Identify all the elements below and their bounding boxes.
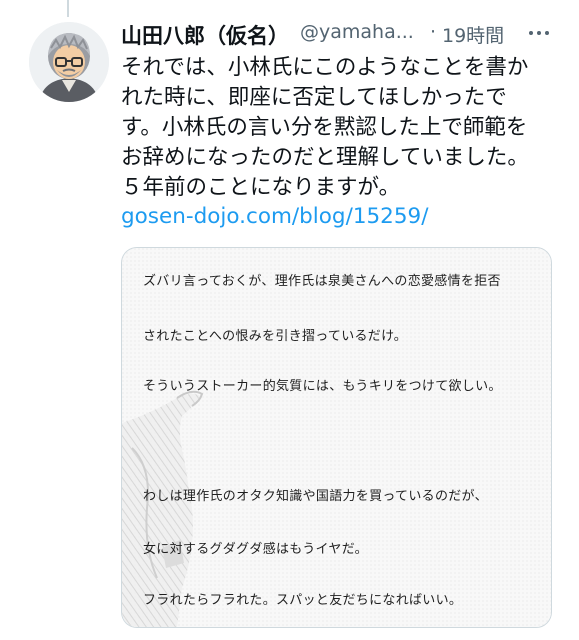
manga-background-illustration bbox=[122, 248, 551, 627]
avatar-illustration bbox=[29, 22, 109, 102]
thread-connector-line bbox=[67, 0, 69, 17]
tweet-media-image[interactable]: ズバリ言っておくが、理作氏は泉美さんへの恋愛感情を拒否 されたことへの恨みを引き… bbox=[121, 247, 552, 628]
tweet-link[interactable]: gosen-dojo.com/blog/15259/ bbox=[121, 204, 428, 229]
more-icon-glyph bbox=[529, 31, 549, 35]
tweet-timestamp[interactable]: 19時間 bbox=[442, 21, 504, 48]
media-text-line: フラれたらフラれた。スパッと友だちになればいい。 bbox=[143, 593, 463, 608]
tweet-text-line: お辞めになったのだと理解していました。 bbox=[121, 145, 529, 170]
media-text-line: わしは理作氏のオタク知識や国語力を買っているのだが、 bbox=[143, 489, 488, 504]
author-handle[interactable]: @yamaha... bbox=[300, 21, 414, 43]
media-text-line: 女に対するグダグダ感はもうイヤだ。 bbox=[143, 542, 368, 557]
tweet-text-line: ５年前のことになりますが。 bbox=[121, 175, 401, 200]
media-text-line: されたことへの恨みを引き摺っているだけ。 bbox=[143, 329, 408, 344]
tweet-text-line: れた時に、即座に否定してほしかったで bbox=[121, 85, 507, 110]
avatar[interactable] bbox=[29, 22, 109, 102]
tweet-text: それでは、小林氏にこのようなことを書か れた時に、即座に否定してほしかったで す… bbox=[121, 53, 561, 203]
tweet-header: 山田八郎（仮名） @yamaha... · 19時間 bbox=[121, 20, 561, 50]
media-text-line: そういうストーカー的気質には、もうキリをつけて欲しい。 bbox=[143, 379, 502, 394]
media-text-line: ズバリ言っておくが、理作氏は泉美さんへの恋愛感情を拒否 bbox=[143, 274, 501, 289]
tweet-text-line: す。小林氏の言い分を黙認した上で師範を bbox=[121, 115, 528, 140]
header-separator: · bbox=[430, 21, 437, 43]
tweet-text-line: それでは、小林氏にこのようなことを書か bbox=[121, 55, 529, 80]
more-icon[interactable] bbox=[526, 12, 552, 44]
author-name[interactable]: 山田八郎（仮名） bbox=[121, 20, 289, 50]
